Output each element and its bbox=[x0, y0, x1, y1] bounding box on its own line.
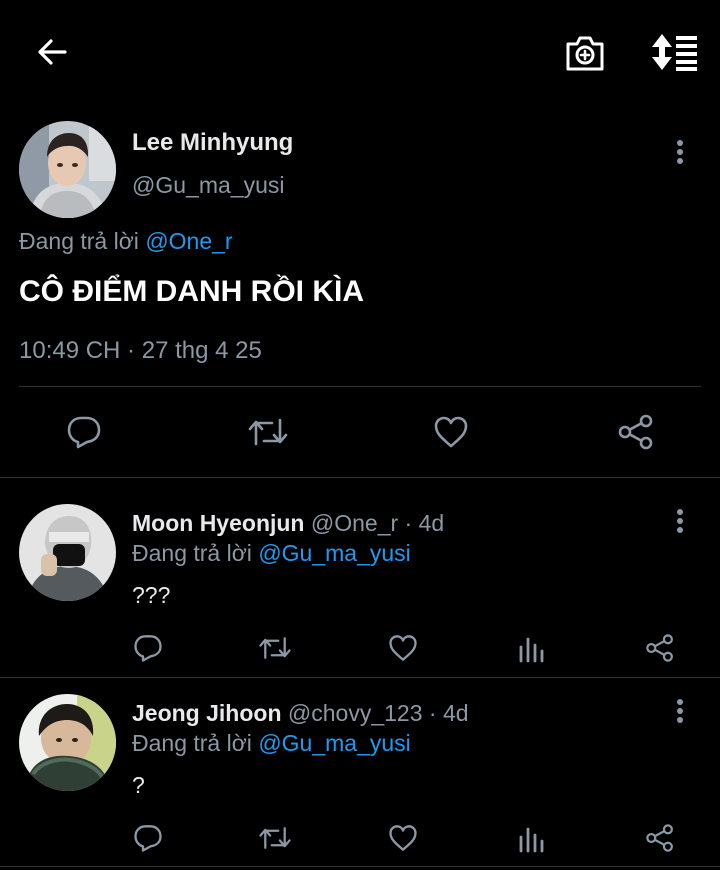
author-handle[interactable]: @Gu_ma_yusi bbox=[132, 170, 284, 200]
reply-age: · 4d bbox=[428, 700, 469, 726]
replying-to-line: Đang trả lời @One_r bbox=[19, 226, 233, 256]
analytics-bars-icon[interactable] bbox=[518, 633, 546, 663]
retweet-icon[interactable] bbox=[258, 823, 292, 853]
reply-avatar[interactable] bbox=[19, 694, 116, 791]
heart-icon[interactable] bbox=[433, 414, 469, 450]
reply-avatar[interactable] bbox=[19, 504, 116, 601]
share-icon[interactable] bbox=[645, 632, 675, 664]
heart-icon[interactable] bbox=[388, 823, 418, 853]
reply-header: Moon Hyeonjun @One_r · 4d bbox=[132, 508, 444, 538]
retweet-icon[interactable] bbox=[258, 633, 292, 663]
reply-author-name[interactable]: Moon Hyeonjun bbox=[132, 510, 304, 536]
back-arrow-icon[interactable] bbox=[34, 34, 70, 70]
replying-prefix: Đang trả lời bbox=[132, 540, 252, 566]
reply-item[interactable]: Jeong Jihoon @chovy_123 · 4d Đang trả lờ… bbox=[0, 678, 720, 870]
tweet-timestamp[interactable]: 10:49 CH · 27 thg 4 25 bbox=[19, 336, 262, 366]
share-icon[interactable] bbox=[645, 822, 675, 854]
replying-to-link[interactable]: @Gu_ma_yusi bbox=[258, 540, 410, 566]
reply-author-handle[interactable]: @chovy_123 bbox=[288, 700, 423, 726]
reply-item[interactable]: Moon Hyeonjun @One_r · 4d Đang trả lời @… bbox=[0, 478, 720, 678]
author-avatar[interactable] bbox=[19, 121, 116, 218]
replying-prefix: Đang trả lời bbox=[132, 730, 252, 756]
reply-text: ? bbox=[132, 772, 145, 798]
reply-bubble-icon[interactable] bbox=[133, 633, 163, 663]
reply-header: Jeong Jihoon @chovy_123 · 4d bbox=[132, 698, 469, 728]
replying-to-line: Đang trả lời @Gu_ma_yusi bbox=[132, 728, 411, 758]
replying-prefix: Đang trả lời bbox=[19, 228, 139, 254]
reply-author-handle[interactable]: @One_r bbox=[311, 510, 398, 536]
author-name[interactable]: Lee Minhyung bbox=[132, 128, 293, 158]
share-icon[interactable] bbox=[617, 413, 655, 451]
divider bbox=[19, 386, 701, 387]
reply-age: · 4d bbox=[404, 510, 445, 536]
reply-bubble-icon[interactable] bbox=[133, 823, 163, 853]
heart-icon[interactable] bbox=[388, 633, 418, 663]
analytics-bars-icon[interactable] bbox=[518, 823, 546, 853]
divider bbox=[0, 866, 720, 867]
replying-to-line: Đang trả lời @Gu_ma_yusi bbox=[132, 538, 411, 568]
reply-author-name[interactable]: Jeong Jihoon bbox=[132, 700, 282, 726]
reply-bubble-icon[interactable] bbox=[66, 414, 102, 450]
replying-to-link[interactable]: @One_r bbox=[145, 228, 232, 254]
more-vertical-icon[interactable] bbox=[670, 696, 690, 726]
tweet-text: CÔ ĐIỂM DANH RỒI KÌA bbox=[19, 275, 364, 308]
camera-plus-icon[interactable] bbox=[564, 33, 606, 73]
replying-to-link[interactable]: @Gu_ma_yusi bbox=[258, 730, 410, 756]
more-vertical-icon[interactable] bbox=[670, 506, 690, 536]
more-vertical-icon[interactable] bbox=[670, 137, 690, 167]
retweet-icon[interactable] bbox=[247, 414, 289, 450]
top-bar bbox=[0, 0, 720, 110]
reply-text: ??? bbox=[132, 582, 171, 608]
sort-list-icon[interactable] bbox=[648, 32, 698, 72]
